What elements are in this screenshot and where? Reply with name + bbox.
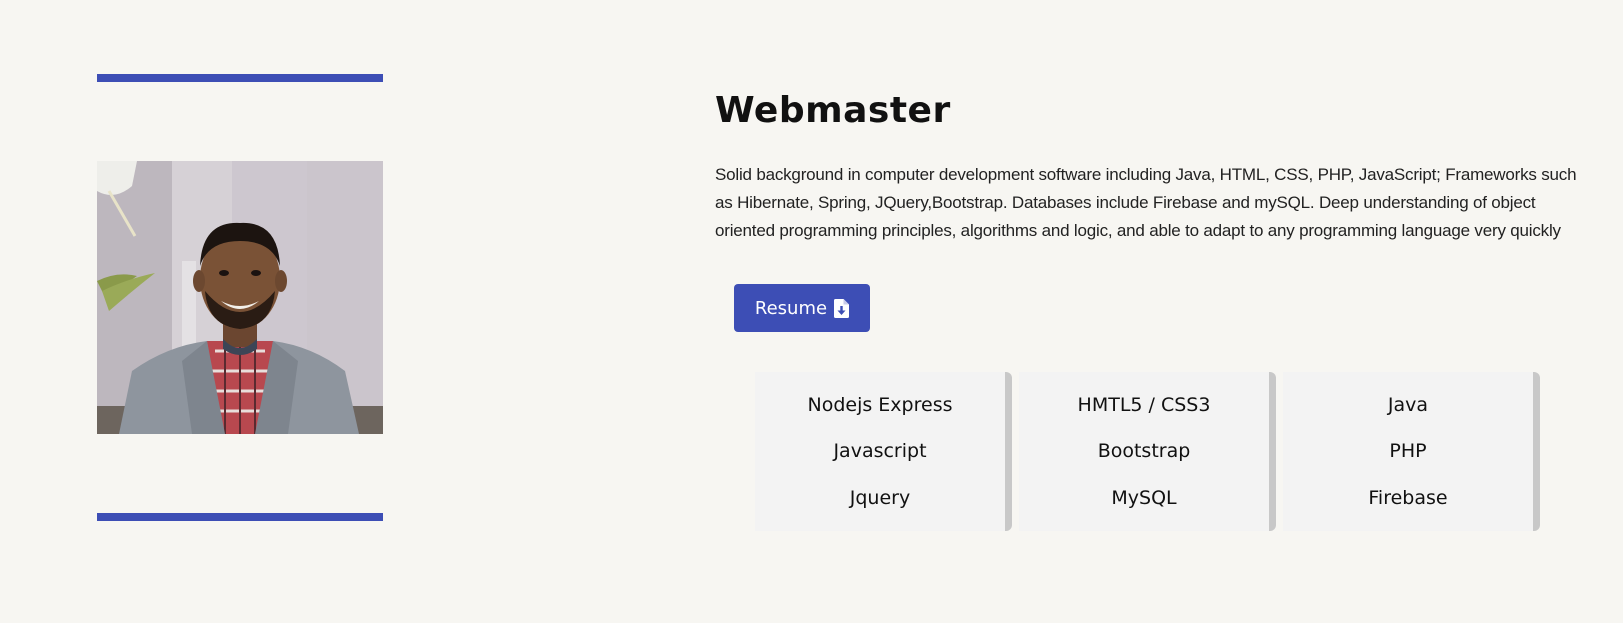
resume-button[interactable]: Resume — [734, 284, 870, 332]
accent-line-top — [97, 74, 383, 82]
resume-button-label: Resume — [754, 297, 828, 319]
file-download-icon — [834, 298, 850, 318]
skill-item: Jquery — [849, 486, 911, 509]
profile-bio: Solid background in computer development… — [715, 165, 1577, 240]
skills-grid: Nodejs Express Javascript Jquery HMTL5 /… — [755, 372, 1547, 531]
profile-photo — [97, 161, 383, 434]
skill-item: Java — [1387, 394, 1429, 416]
skill-item: HMTL5 / CSS3 — [1077, 394, 1211, 416]
skill-item: Nodejs Express — [807, 394, 953, 416]
accent-line-bottom — [97, 513, 383, 521]
skill-column-3: Java PHP Firebase — [1283, 372, 1540, 531]
skill-item: Javascript — [833, 440, 927, 463]
skill-item: Firebase — [1368, 486, 1448, 509]
skill-column-2: HMTL5 / CSS3 Bootstrap MySQL — [1019, 372, 1276, 531]
profile-title: Webmaster — [715, 90, 951, 131]
skill-item: Bootstrap — [1097, 440, 1191, 463]
skill-item: PHP — [1389, 440, 1427, 463]
skill-item: MySQL — [1111, 486, 1177, 509]
skill-column-1: Nodejs Express Javascript Jquery — [755, 372, 1012, 531]
